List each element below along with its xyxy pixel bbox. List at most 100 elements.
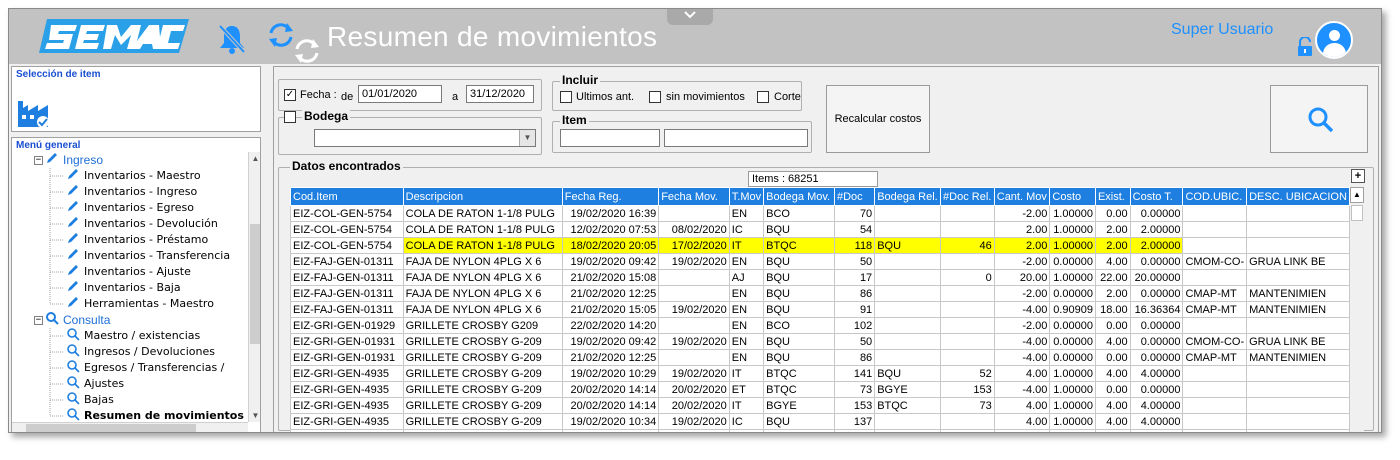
- menu-item[interactable]: Inventarios - Devolución: [66, 216, 218, 232]
- menu-item[interactable]: Inventarios - Baja: [66, 280, 181, 296]
- table-cell: GRUA LINK BE: [1246, 253, 1350, 270]
- table-row[interactable]: EIZ-GRI-GEN-4935 GRILLETE CROSBY G-209 20/…: [290, 381, 1350, 398]
- grid-vertical-scrollbar[interactable]: ▲: [1350, 187, 1364, 432]
- menu-item[interactable]: Herramientas - Maestro: [66, 296, 214, 312]
- fecha-desde-input[interactable]: 01/01/2020: [358, 85, 442, 103]
- table-cell: 118: [833, 237, 876, 254]
- bodega-select[interactable]: [314, 129, 536, 147]
- menu-horizontal-scrollbar[interactable]: [12, 422, 248, 432]
- table-row[interactable]: EIZ-GRI-GEN-01929 GRILLETE CROSBY G209 22/…: [290, 317, 1350, 334]
- table-row[interactable]: EIZ-GRI-GEN-01931 GRILLETE CROSBY G-209 19…: [290, 333, 1350, 350]
- column-header[interactable]: Cod.Item: [290, 187, 404, 206]
- column-header[interactable]: Fecha Mov.: [658, 187, 730, 206]
- table-row[interactable]: EIZ-GRI-GEN-4935 GRILLETE CROSBY G-209 20/…: [290, 397, 1350, 414]
- sync-icon[interactable]: [267, 19, 323, 68]
- menu-item-label: Inventarios - Transferencia: [84, 249, 231, 262]
- results-grid[interactable]: Cod.Item Descripcion Fecha Reg. Fecha Mov. T…: [290, 187, 1350, 432]
- table-row[interactable]: EIZ-FAJ-GEN-01311 FAJA DE NYLON 4PLG X 61…: [290, 253, 1350, 270]
- menu-item[interactable]: Ajustes: [66, 376, 124, 392]
- table-cell: 4.00: [1094, 365, 1131, 382]
- table-cell: BCO: [763, 205, 835, 222]
- scroll-thumb[interactable]: [250, 224, 260, 344]
- table-cell: 22.00: [1094, 269, 1131, 286]
- menu-item[interactable]: Bajas: [66, 392, 114, 408]
- column-header[interactable]: Cant. Mov: [993, 187, 1051, 206]
- table-cell: BQU: [763, 333, 835, 350]
- table-row[interactable]: EIZ-GRI-GEN-01931 GRILLETE CROSBY G-209 21…: [290, 349, 1350, 366]
- recalcular-costos-button[interactable]: Recalcular costos: [826, 85, 930, 153]
- menu-item[interactable]: Inventarios - Ajuste: [66, 264, 191, 280]
- column-header[interactable]: Costo T.: [1129, 187, 1184, 206]
- table-cell: 52: [833, 429, 876, 432]
- table-cell: 20/02/2020 14:14: [561, 381, 660, 398]
- results-title: Datos encontrados: [290, 159, 403, 173]
- menu-item[interactable]: Egresos / Transferencias /: [66, 360, 224, 376]
- column-header[interactable]: #Doc: [833, 187, 876, 206]
- menu-item[interactable]: Inventarios - Maestro: [66, 168, 201, 184]
- scroll-thumb[interactable]: [26, 424, 196, 432]
- table-cell: COLA DE RATON 1-1/8 PULG: [402, 205, 563, 222]
- column-header[interactable]: COD.UBIC.: [1182, 187, 1248, 206]
- scroll-down-icon[interactable]: ▼: [249, 409, 260, 422]
- column-header[interactable]: #Doc Rel.: [940, 187, 995, 206]
- menu-item[interactable]: Inventarios - Préstamo: [66, 232, 208, 248]
- menu-item-selected[interactable]: Resumen de movimientos: [66, 408, 244, 422]
- table-cell: 19/02/2020 10:34: [561, 413, 660, 430]
- sin-movimientos-checkbox[interactable]: [649, 91, 661, 103]
- table-row[interactable]: EIZ-GRI-GEN-4935GRILLETE CROSBY G-20919/…: [290, 413, 1350, 430]
- corte-checkbox[interactable]: [757, 91, 769, 103]
- user-name[interactable]: Super Usuario: [1171, 21, 1273, 39]
- fecha-label: Fecha :: [300, 89, 337, 101]
- menu-item-label: Egresos / Transferencias /: [84, 361, 225, 374]
- menu-panel: Menú general − Ingreso Inventarios - Mae…: [11, 137, 261, 432]
- table-cell: -2.00: [993, 205, 1051, 222]
- table-row[interactable]: EIZ-FAJ-GEN-01311 FAJA DE NYLON 4PLG X 62…: [290, 269, 1350, 286]
- menu-item[interactable]: Inventarios - Egreso: [66, 200, 194, 216]
- bell-off-icon[interactable]: [217, 23, 247, 60]
- item-code-input[interactable]: [560, 129, 660, 147]
- column-header[interactable]: Descripcion: [402, 187, 563, 206]
- scroll-thumb[interactable]: [1351, 205, 1363, 221]
- table-row[interactable]: EIZ-COL-GEN-5754 COLA DE RATON 1-1/8 PULG…: [290, 221, 1350, 238]
- menu-vertical-scrollbar[interactable]: ▲ ▼: [248, 152, 260, 422]
- bodega-checkbox[interactable]: [284, 111, 296, 123]
- item-desc-input[interactable]: [664, 129, 808, 147]
- unlock-icon[interactable]: [1296, 36, 1314, 62]
- table-cell: [940, 317, 995, 334]
- column-header[interactable]: Bodega Mov.: [763, 187, 835, 206]
- table-row[interactable]: EIZ-FAJ-GEN-01311 FAJA DE NYLON 4PLG X 62…: [290, 285, 1350, 302]
- table-cell: [658, 349, 730, 366]
- user-avatar-icon[interactable]: [1315, 21, 1353, 59]
- chevron-down-icon[interactable]: ▼: [519, 130, 535, 146]
- factory-icon[interactable]: [16, 99, 50, 134]
- column-header[interactable]: Exist.: [1094, 187, 1131, 206]
- expand-button[interactable]: +: [1351, 169, 1365, 183]
- table-cell: 73: [833, 381, 876, 398]
- table-row[interactable]: EIZ-GRI-GEN-4935GRILLETE CROSBY G-20919/…: [290, 365, 1350, 382]
- table-cell: IC: [728, 413, 765, 430]
- table-cell: [874, 317, 942, 334]
- fecha-hasta-input[interactable]: 31/12/2020: [466, 85, 534, 103]
- table-row[interactable]: EIZ-COL-GEN-5754 COLA DE RATON 1-1/8 PULG…: [290, 205, 1350, 222]
- ultimos-checkbox[interactable]: [560, 91, 572, 103]
- chevron-down-icon[interactable]: [667, 9, 713, 25]
- column-header[interactable]: Bodega Rel.: [874, 187, 942, 206]
- column-header[interactable]: Fecha Reg.: [561, 187, 660, 206]
- table-cell: [874, 333, 942, 350]
- table-cell: 1.00000: [1049, 205, 1096, 222]
- table-row[interactable]: EIZ-FAJ-GEN-01311 FAJA DE NYLON 4PLG X 62…: [290, 301, 1350, 318]
- menu-item[interactable]: Maestro / existencias: [66, 328, 200, 344]
- table-row[interactable]: EIZ-COL-GEN-5754 COLA DE RATON 1-1/8 PULG…: [290, 237, 1350, 254]
- search-button[interactable]: [1270, 85, 1368, 153]
- table-cell: [1182, 221, 1248, 238]
- column-header[interactable]: Costo: [1049, 187, 1096, 206]
- fecha-checkbox[interactable]: ✓: [284, 89, 296, 101]
- menu-item[interactable]: Inventarios - Transferencia: [66, 248, 230, 264]
- scroll-up-icon[interactable]: ▲: [249, 152, 260, 165]
- column-header[interactable]: T.Mov: [728, 187, 765, 206]
- menu-item[interactable]: Ingresos / Devoluciones: [66, 344, 215, 360]
- menu-item[interactable]: Inventarios - Ingreso: [66, 184, 197, 200]
- column-header[interactable]: DESC. UBICACION: [1246, 187, 1350, 206]
- table-row[interactable]: EIZ-GRI-GEN-4935GRILLETE CROSBY G-20919/…: [290, 429, 1350, 432]
- scroll-up-icon[interactable]: ▲: [1350, 187, 1364, 203]
